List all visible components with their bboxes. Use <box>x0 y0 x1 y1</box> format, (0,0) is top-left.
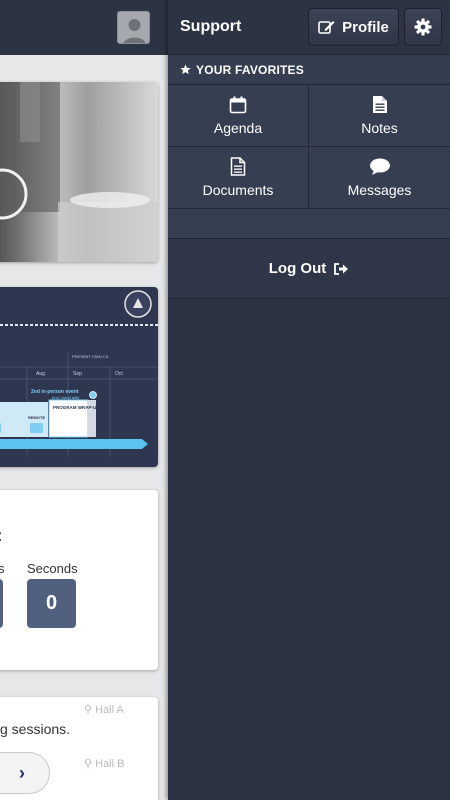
logout-button[interactable]: Log Out <box>168 239 450 299</box>
hall-b-label: ⚲ Hall B <box>84 758 125 770</box>
sessions-card: ⚲ Hall A g sessions. › ⚲ Hall B <box>0 697 158 800</box>
favorite-notes[interactable]: Notes <box>309 85 450 147</box>
seconds-value: 0 <box>27 579 76 628</box>
location-pin-icon: ⚲ <box>84 704 93 716</box>
sessions-text: g sessions. <box>0 721 71 737</box>
settings-button[interactable] <box>404 8 442 46</box>
countdown-partial-box <box>0 579 3 628</box>
event-photo <box>0 82 158 262</box>
menu-title: Support <box>180 18 242 35</box>
document-icon <box>230 157 246 176</box>
countdown-partial-label: s <box>0 561 5 576</box>
program-timeline-graphic: Aug Sep Oct PRESENT OWN CS 2nd in-person… <box>0 290 158 457</box>
countdown-colon: : <box>0 528 2 546</box>
chat-bubble-icon <box>369 158 390 175</box>
notes-icon <box>372 96 387 113</box>
location-pin-icon: ⚲ <box>84 758 93 770</box>
next-button[interactable]: › <box>0 752 50 794</box>
favorites-header: YOUR FAVORITES <box>168 55 450 85</box>
avatar[interactable] <box>117 11 150 44</box>
month-oct-label: Oct <box>115 371 123 377</box>
favorites-header-label: YOUR FAVORITES <box>196 62 304 77</box>
favorite-label: Documents <box>202 182 274 198</box>
remote-label: REMOTE <box>28 415 45 420</box>
present-label: PRESENT OWN CS <box>72 354 109 359</box>
favorite-label: Agenda <box>213 119 263 136</box>
star-icon <box>180 64 191 75</box>
timeline-card[interactable]: Aug Sep Oct PRESENT OWN CS 2nd in-person… <box>0 287 158 467</box>
calendar-icon <box>229 96 247 113</box>
hall-a-label: ⚲ Hall A <box>84 704 124 716</box>
photo-card[interactable] <box>0 82 158 262</box>
main-top-bar <box>0 0 168 55</box>
user-silhouette-icon <box>118 12 149 43</box>
logout-label: Log Out <box>268 260 327 277</box>
event-sub-label: (incl. trend talk) <box>52 395 80 400</box>
favorites-grid: Agenda Notes Documents Messages <box>168 85 450 209</box>
main-screen: Aug Sep Oct PRESENT OWN CS 2nd in-person… <box>0 0 168 800</box>
month-sep-label: Sep <box>73 371 82 377</box>
seconds-label: Seconds <box>27 561 78 576</box>
profile-label: Profile <box>342 18 389 36</box>
gear-icon <box>414 18 432 36</box>
profile-button[interactable]: Profile <box>308 8 399 46</box>
side-menu: Support Profile YOUR FAVORITES Agenda No… <box>168 0 450 800</box>
edit-icon <box>318 20 335 34</box>
favorite-label: Messages <box>347 181 412 198</box>
favorite-documents[interactable]: Documents <box>168 147 309 209</box>
sign-out-icon <box>334 262 349 275</box>
menu-header: Support Profile <box>168 0 450 55</box>
favorite-label: Notes <box>361 120 398 136</box>
month-aug-label: Aug <box>36 371 45 377</box>
chevron-right-icon: › <box>19 762 25 783</box>
favorite-messages[interactable]: Messages <box>309 147 450 209</box>
countdown-card: : s Seconds 0 <box>0 490 158 670</box>
wrapup-label: PROGRAM WRAP-UP <box>53 405 99 410</box>
menu-spacer <box>168 209 450 239</box>
favorite-agenda[interactable]: Agenda <box>168 85 309 147</box>
